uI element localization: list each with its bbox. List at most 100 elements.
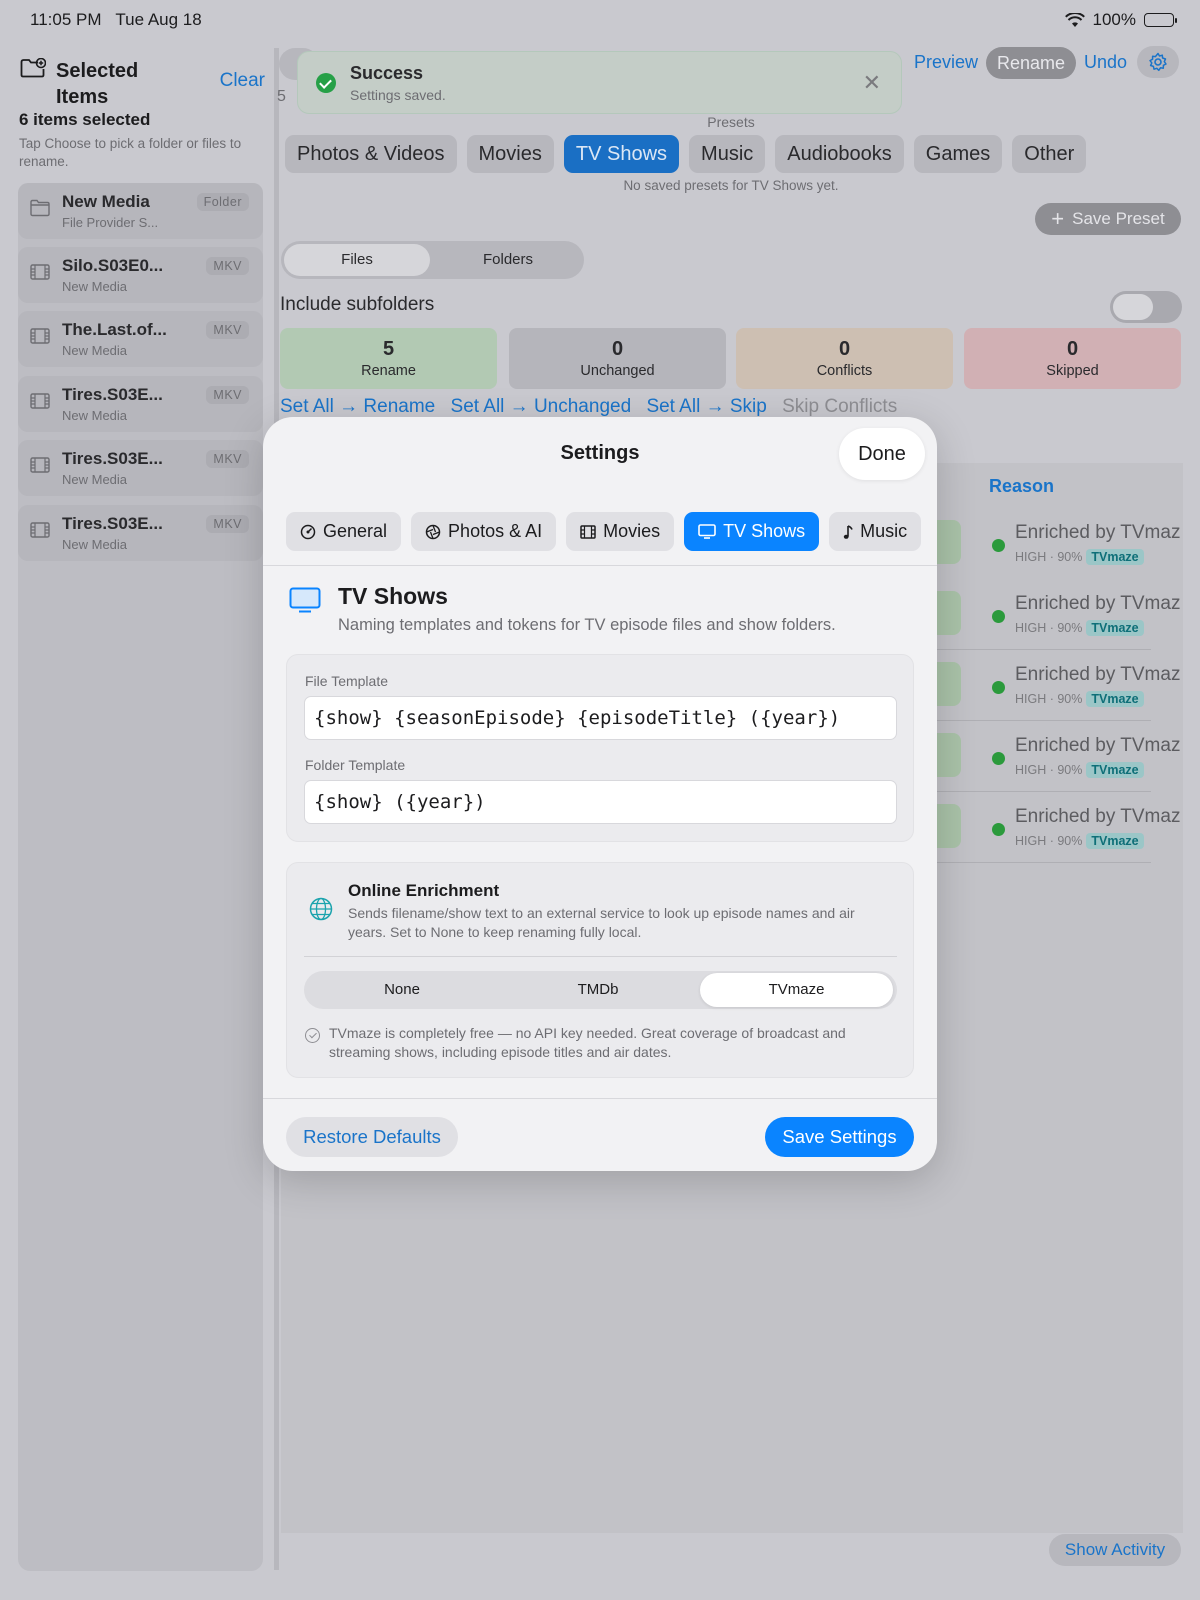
row-separator xyxy=(911,649,1151,650)
row-separator xyxy=(911,791,1151,792)
film-icon xyxy=(30,393,50,409)
success-toast: Success Settings saved. ✕ xyxy=(297,51,902,114)
stat-value: 5 xyxy=(382,338,395,360)
folder-icon xyxy=(30,199,50,217)
list-item[interactable]: Silo.S03E0... New Media MKV xyxy=(18,247,263,303)
row-reason: Enriched by TVmaz xyxy=(1015,522,1181,543)
sidebar-hint: Tap Choose to pick a folder or files to … xyxy=(19,136,242,169)
tab-movies[interactable]: Movies xyxy=(566,512,675,551)
rename-button[interactable]: Rename xyxy=(986,47,1076,79)
row-reason: Enriched by TVmaz xyxy=(1015,593,1181,614)
stat-value: 0 xyxy=(1066,338,1079,360)
status-bar: 11:05 PM Tue Aug 18 100% xyxy=(0,0,1200,38)
preset-chips: Photos & Videos Movies TV Shows Music Au… xyxy=(285,135,1087,173)
preset-movies[interactable]: Movies xyxy=(466,135,554,173)
skip-conflicts-button[interactable]: Skip Conflicts xyxy=(782,396,897,417)
scope-files[interactable]: Files xyxy=(284,244,430,276)
list-item[interactable]: Tires.S03E... New Media MKV xyxy=(18,440,263,496)
film-icon xyxy=(30,457,50,473)
status-dot xyxy=(992,752,1005,765)
item-name: Silo.S03E0... xyxy=(62,256,164,275)
preset-games[interactable]: Games xyxy=(913,135,1003,173)
row-confidence: HIGH · 90% TVmaze xyxy=(1015,549,1144,565)
plus-icon: + xyxy=(1051,206,1065,231)
item-sub: New Media xyxy=(62,408,128,423)
stat-label: Rename xyxy=(361,363,416,379)
provider-none[interactable]: None xyxy=(306,973,498,1007)
list-item[interactable]: New Media File Provider S... Folder xyxy=(18,183,263,239)
stat-value: 0 xyxy=(611,338,624,360)
stat-rename[interactable]: 5 Rename xyxy=(280,328,497,389)
item-type-badge: MKV xyxy=(206,515,249,533)
tabs-divider xyxy=(263,565,937,566)
folder-badge-plus-icon xyxy=(20,58,46,78)
row-separator xyxy=(911,862,1151,863)
reason-column-header[interactable]: Reason xyxy=(989,476,1054,497)
presets-label: Presets xyxy=(707,114,755,130)
enrichment-title: Online Enrichment xyxy=(348,881,500,900)
preview-button[interactable]: Preview xyxy=(914,52,978,73)
list-item[interactable]: Tires.S03E... New Media MKV xyxy=(18,505,263,561)
source-tag: TVmaze xyxy=(1086,691,1144,707)
set-all-unchanged-button[interactable]: Set All → Unchanged xyxy=(451,396,632,417)
stat-label: Skipped xyxy=(1046,363,1099,379)
stat-skipped[interactable]: 0 Skipped xyxy=(964,328,1181,389)
restore-defaults-button[interactable]: Restore Defaults xyxy=(286,1117,458,1157)
status-time: 11:05 PM Tue Aug 18 xyxy=(30,10,202,29)
row-confidence: HIGH · 90% TVmaze xyxy=(1015,762,1144,778)
show-activity-button[interactable]: Show Activity xyxy=(1049,1534,1181,1566)
stat-conflicts[interactable]: 0 Conflicts xyxy=(736,328,953,389)
row-reason: Enriched by TVmaz xyxy=(1015,806,1181,827)
scope-folders[interactable]: Folders xyxy=(435,244,581,276)
preset-audiobooks[interactable]: Audiobooks xyxy=(775,135,904,173)
film-icon xyxy=(30,522,50,538)
status-dot xyxy=(992,539,1005,552)
preset-other[interactable]: Other xyxy=(1012,135,1087,173)
folder-template-input[interactable]: {show} ({year}) xyxy=(304,780,897,824)
selected-items-list: New Media File Provider S... Folder Silo… xyxy=(18,183,263,1571)
save-preset-button[interactable]: + Save Preset xyxy=(1035,203,1181,235)
clear-button[interactable]: Clear xyxy=(220,70,265,92)
save-settings-button[interactable]: Save Settings xyxy=(765,1117,914,1157)
set-all-skip-button[interactable]: Set All → Skip xyxy=(646,396,766,417)
source-tag: TVmaze xyxy=(1086,762,1144,778)
stat-label: Unchanged xyxy=(580,363,655,379)
preset-music[interactable]: Music xyxy=(689,135,766,173)
undo-button[interactable]: Undo xyxy=(1084,52,1127,73)
tab-photos-ai[interactable]: Photos & AI xyxy=(411,512,557,551)
stat-value: 0 xyxy=(838,338,851,360)
item-type-badge: Folder xyxy=(196,193,249,211)
settings-modal: Settings Done General Photos & AI Movies… xyxy=(263,417,937,1171)
source-tag: TVmaze xyxy=(1086,620,1144,636)
include-subfolders-toggle[interactable] xyxy=(1110,291,1182,323)
tab-tv-shows[interactable]: TV Shows xyxy=(684,512,820,551)
preset-photos-videos[interactable]: Photos & Videos xyxy=(285,135,457,173)
globe-icon xyxy=(309,897,333,921)
row-reason: Enriched by TVmaz xyxy=(1015,664,1181,685)
list-item[interactable]: Tires.S03E... New Media MKV xyxy=(18,376,263,432)
status-dot xyxy=(992,823,1005,836)
footer-divider xyxy=(263,1098,937,1099)
settings-button[interactable] xyxy=(1137,46,1179,78)
preset-tv-shows[interactable]: TV Shows xyxy=(563,135,680,173)
item-type-badge: MKV xyxy=(206,321,249,339)
row-confidence: HIGH · 90% TVmaze xyxy=(1015,691,1144,707)
done-button[interactable]: Done xyxy=(839,428,925,480)
item-name: New Media xyxy=(62,192,150,211)
provider-tvmaze[interactable]: TVmaze xyxy=(700,973,893,1007)
battery-icon xyxy=(1144,13,1177,27)
provider-tmdb[interactable]: TMDb xyxy=(502,973,694,1007)
folder-template-label: Folder Template xyxy=(305,757,406,773)
set-all-rename-button[interactable]: Set All → Rename xyxy=(280,396,435,417)
enrichment-divider xyxy=(304,956,897,957)
tab-general[interactable]: General xyxy=(286,512,402,551)
settings-tabs: General Photos & AI Movies TV Shows Musi… xyxy=(286,512,922,551)
aperture-icon xyxy=(425,524,441,539)
set-all-actions: Set All → Rename Set All → Unchanged Set… xyxy=(280,396,907,418)
list-item[interactable]: The.Last.of... New Media MKV xyxy=(18,311,263,367)
stat-unchanged[interactable]: 0 Unchanged xyxy=(509,328,726,389)
tab-music[interactable]: Music xyxy=(829,512,922,551)
item-name: Tires.S03E... xyxy=(62,385,163,404)
close-icon[interactable]: ✕ xyxy=(863,70,881,96)
file-template-input[interactable]: {show} {seasonEpisode} {episodeTitle} ({… xyxy=(304,696,897,740)
